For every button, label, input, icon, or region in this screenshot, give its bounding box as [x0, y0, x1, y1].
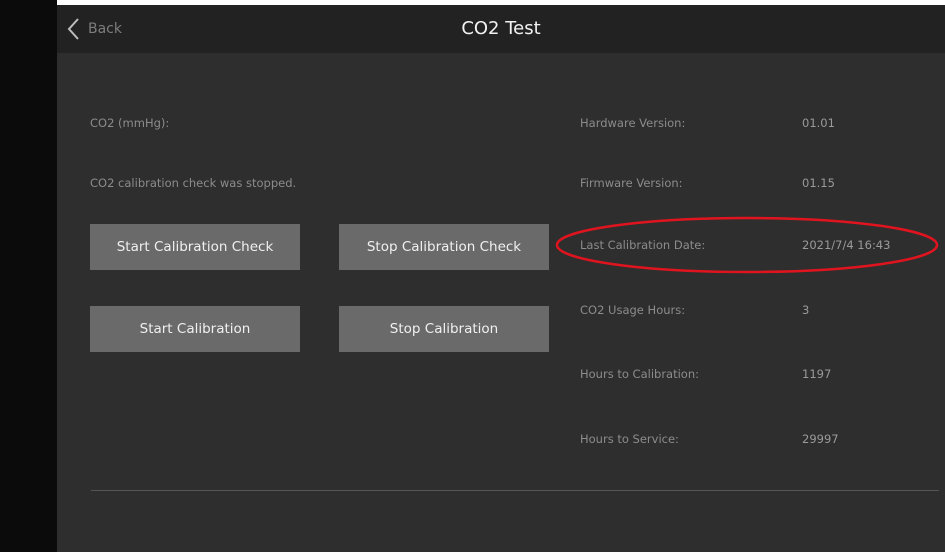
- device-bezel: [0, 0, 57, 552]
- last-calibration-date-label: Last Calibration Date:: [580, 238, 706, 252]
- hours-to-calibration-value: 1197: [802, 367, 832, 381]
- last-calibration-date-value: 2021/7/4 16:43: [802, 238, 891, 252]
- stop-calibration-button[interactable]: Stop Calibration: [339, 306, 549, 352]
- co2-usage-hours-value: 3: [802, 303, 810, 317]
- hours-to-calibration-label: Hours to Calibration:: [580, 367, 699, 381]
- firmware-version-value: 01.15: [802, 176, 835, 190]
- page-title: CO2 Test: [461, 18, 541, 39]
- firmware-version-label: Firmware Version:: [580, 176, 683, 190]
- co2-reading-label: CO2 (mmHg):: [90, 116, 170, 130]
- start-calibration-button[interactable]: Start Calibration: [90, 306, 300, 352]
- header-bar: Back CO2 Test: [57, 5, 945, 53]
- hardware-version-value: 01.01: [802, 116, 835, 130]
- divider: [91, 490, 939, 491]
- stop-calibration-check-button[interactable]: Stop Calibration Check: [339, 224, 549, 270]
- hours-to-service-label: Hours to Service:: [580, 432, 679, 446]
- co2-test-screen: Back CO2 Test CO2 (mmHg): CO2 calibratio…: [57, 0, 945, 552]
- hours-to-service-value: 29997: [802, 432, 839, 446]
- co2-usage-hours-label: CO2 Usage Hours:: [580, 303, 686, 317]
- hardware-version-label: Hardware Version:: [580, 116, 686, 130]
- status-message: CO2 calibration check was stopped.: [90, 176, 297, 190]
- start-calibration-check-button[interactable]: Start Calibration Check: [90, 224, 300, 270]
